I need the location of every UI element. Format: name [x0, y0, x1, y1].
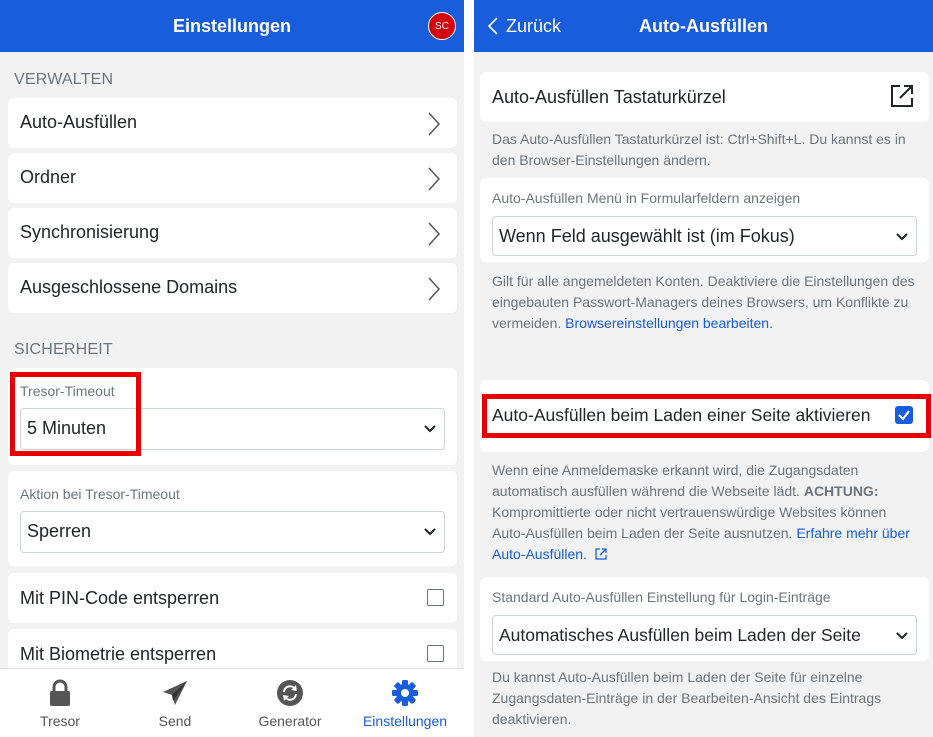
- tab-label: Send: [158, 713, 192, 729]
- default-help: Du kannst Auto-Ausfüllen beim Laden der …: [492, 669, 882, 727]
- page-title: Einstellungen: [172, 16, 291, 36]
- settings-item-autofill[interactable]: Auto-Ausfüllen: [8, 98, 457, 148]
- highlight-box: [10, 372, 141, 456]
- autofill-header: Zurück Auto-Ausfüllen: [474, 0, 933, 52]
- tab-generator[interactable]: Generator: [232, 669, 348, 737]
- settings-item-excluded-domains[interactable]: Ausgeschlossene Domains: [8, 263, 457, 313]
- tab-bar: Tresor Send Generator Einstellungen: [0, 668, 464, 737]
- chevron-down-icon: [424, 528, 436, 536]
- highlight-box: [482, 394, 931, 438]
- pin-unlock-row[interactable]: Mit PIN-Code entsperren: [8, 573, 457, 623]
- chevron-down-icon: [896, 632, 908, 640]
- settings-item-label: Ordner: [20, 167, 77, 187]
- tab-label: Generator: [258, 713, 322, 729]
- menu-help: Gilt für alle angemeldeten Konten. Deakt…: [492, 271, 916, 334]
- menu-setting-value: Wenn Feld ausgewählt ist (im Fokus): [499, 226, 795, 246]
- manage-section-label: VERWALTEN: [14, 71, 114, 88]
- shortcut-row[interactable]: Auto-Ausfüllen Tastaturkürzel: [480, 72, 929, 122]
- menu-setting-card: Auto-Ausfüllen Menü in Formularfeldern a…: [480, 178, 929, 262]
- external-link-icon[interactable]: [595, 548, 607, 560]
- timeout-action-select[interactable]: Sperren: [20, 511, 445, 553]
- timeout-action-value: Sperren: [27, 521, 92, 541]
- pin-unlock-checkbox[interactable]: [427, 589, 444, 606]
- chevron-right-icon: [428, 112, 441, 136]
- menu-setting-label: Auto-Ausfüllen Menü in Formularfeldern a…: [492, 190, 801, 206]
- onload-help-warning: ACHTUNG:: [803, 483, 879, 499]
- default-setting-label: Standard Auto-Ausfüllen Einstellung für …: [492, 589, 831, 605]
- generator-icon: [277, 680, 303, 706]
- tab-vault[interactable]: Tresor: [2, 669, 118, 737]
- default-setting-value: Automatisches Ausfüllen beim Laden der S…: [499, 625, 861, 645]
- settings-panel: Einstellungen SC VERWALTEN Auto-Ausfülle…: [0, 0, 464, 737]
- settings-item-label: Auto-Ausfüllen: [20, 112, 138, 132]
- gear-icon: [392, 680, 418, 706]
- external-link-icon[interactable]: [889, 83, 915, 109]
- onload-help: Wenn eine Anmeldemaske erkannt wird, die…: [492, 460, 916, 565]
- page-title: Auto-Ausfüllen: [639, 16, 768, 36]
- autofill-panel: Zurück Auto-Ausfüllen Auto-Ausfüllen Tas…: [474, 0, 933, 737]
- chevron-down-icon: [424, 425, 436, 433]
- settings-item-label: Synchronisierung: [20, 222, 160, 242]
- chevron-right-icon: [428, 277, 441, 301]
- tab-send[interactable]: Send: [117, 669, 233, 737]
- tab-label: Einstellungen: [362, 713, 448, 729]
- biometric-unlock-checkbox[interactable]: [427, 645, 444, 662]
- browser-settings-link[interactable]: Browsereinstellungen bearbeiten.: [565, 315, 773, 331]
- chevron-right-icon: [428, 222, 441, 246]
- security-section-label: SICHERHEIT: [14, 341, 113, 358]
- avatar[interactable]: SC: [428, 12, 456, 40]
- default-setting-select[interactable]: Automatisches Ausfüllen beim Laden der S…: [492, 615, 917, 655]
- settings-item-label: Ausgeschlossene Domains: [20, 277, 238, 297]
- timeout-action-label: Aktion bei Tresor-Timeout: [20, 486, 180, 502]
- shortcut-help: Das Auto-Ausfüllen Tastaturkürzel ist: C…: [492, 131, 906, 168]
- settings-item-folders[interactable]: Ordner: [8, 153, 457, 203]
- settings-header: Einstellungen SC: [0, 0, 464, 52]
- menu-setting-select[interactable]: Wenn Feld ausgewählt ist (im Fokus): [492, 216, 917, 256]
- pin-unlock-label: Mit PIN-Code entsperren: [20, 588, 220, 608]
- timeout-action-card: Aktion bei Tresor-Timeout Sperren: [8, 471, 457, 566]
- chevron-right-icon: [428, 167, 441, 191]
- tab-label: Tresor: [40, 713, 80, 729]
- shortcut-title: Auto-Ausfüllen Tastaturkürzel: [492, 87, 726, 107]
- chevron-down-icon: [896, 233, 908, 241]
- settings-item-sync[interactable]: Synchronisierung: [8, 208, 457, 258]
- lock-icon: [50, 679, 70, 706]
- tab-settings[interactable]: Einstellungen: [347, 669, 463, 737]
- biometric-unlock-label: Mit Biometrie entsperren: [20, 644, 217, 664]
- send-icon: [163, 681, 187, 705]
- default-setting-card: Standard Auto-Ausfüllen Einstellung für …: [480, 577, 929, 661]
